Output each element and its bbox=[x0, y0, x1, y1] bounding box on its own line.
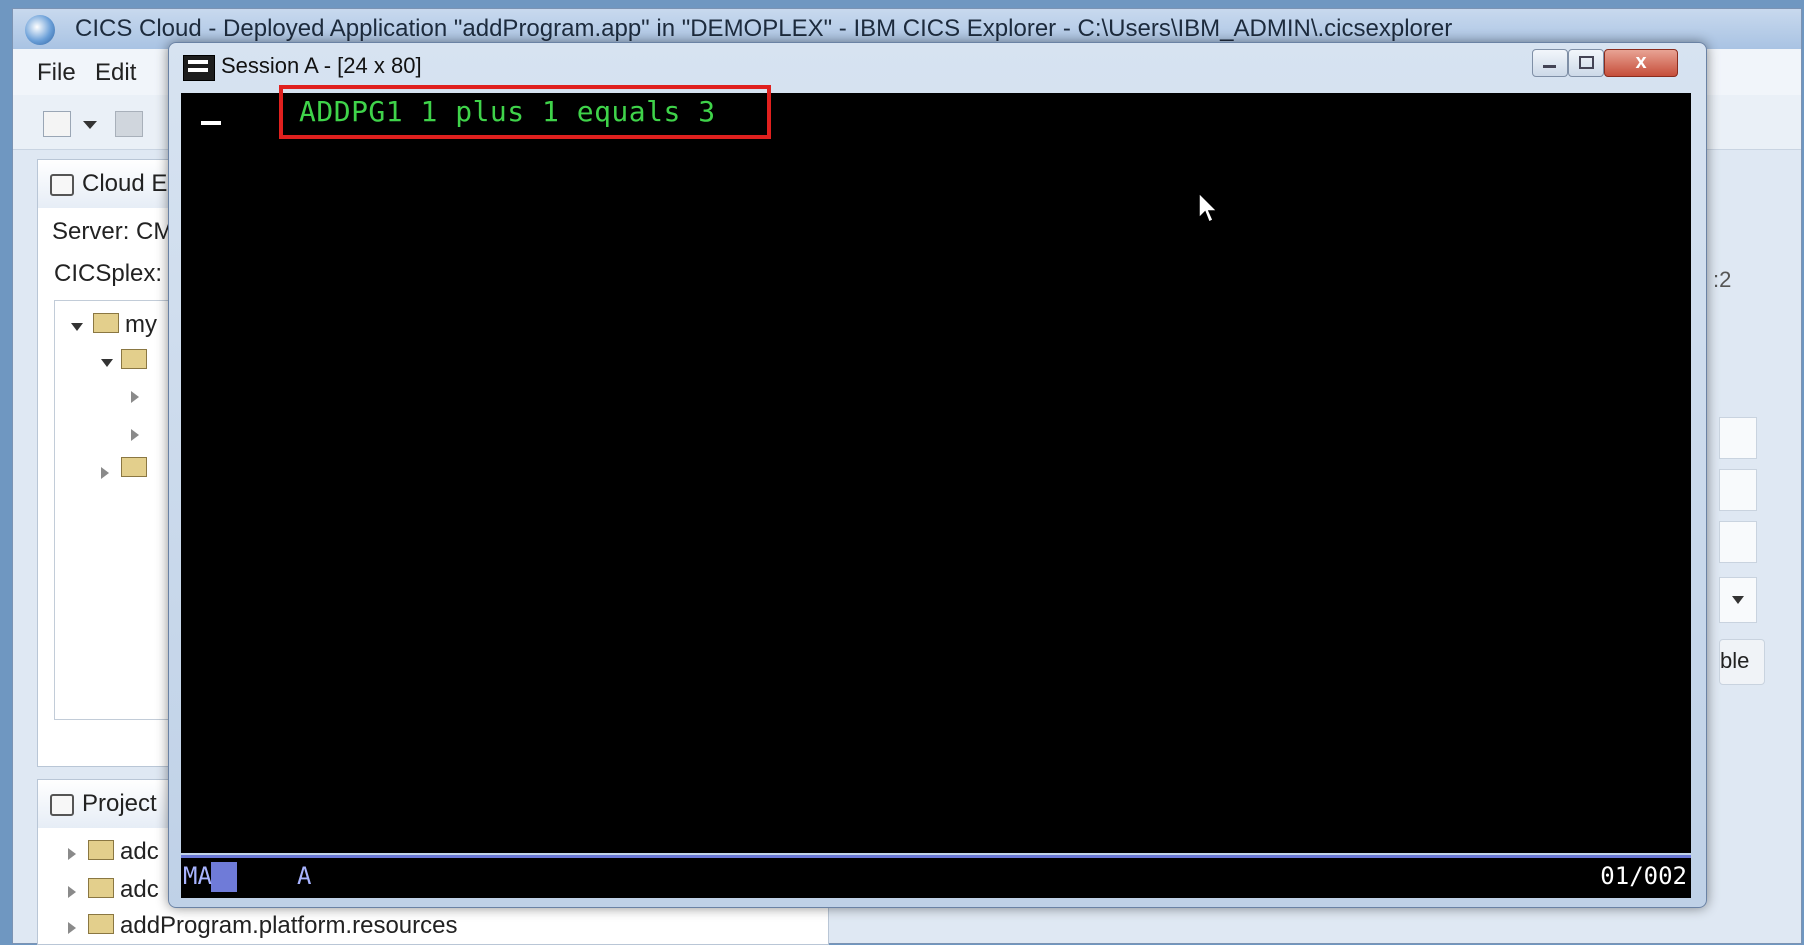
text-field[interactable] bbox=[1719, 417, 1757, 459]
server-label: Server: CM bbox=[52, 218, 174, 245]
cursor-position: 01/002 bbox=[1600, 862, 1687, 890]
action-button[interactable]: ble bbox=[1719, 639, 1765, 685]
project-explorer-title: Project bbox=[82, 790, 157, 817]
collapsed-icon[interactable] bbox=[68, 848, 76, 860]
cloud-explorer-title: Cloud E bbox=[82, 170, 168, 197]
collapsed-icon[interactable] bbox=[68, 922, 76, 934]
project-item[interactable]: adc bbox=[120, 876, 159, 904]
collapsed-icon[interactable] bbox=[68, 886, 76, 898]
collapsed-icon[interactable] bbox=[131, 429, 139, 441]
folder-icon bbox=[121, 349, 147, 369]
terminal-cursor bbox=[201, 121, 221, 125]
action-button-label: ble bbox=[1720, 648, 1750, 673]
terminal-emulator-icon bbox=[183, 55, 215, 81]
oia-left-indicator: MA bbox=[183, 862, 212, 890]
oia-mode: A bbox=[297, 862, 312, 890]
editor-fragment-text: :2 bbox=[1713, 267, 1732, 292]
dropdown-arrow-icon[interactable] bbox=[83, 121, 97, 129]
menu-edit[interactable]: Edit bbox=[95, 59, 136, 87]
expand-icon[interactable] bbox=[101, 359, 113, 367]
project-item[interactable]: addProgram.platform.resources bbox=[120, 912, 457, 940]
cics-explorer-icon bbox=[25, 15, 55, 45]
maximize-button[interactable] bbox=[1568, 49, 1604, 77]
minimize-button[interactable] bbox=[1532, 49, 1568, 77]
project-icon bbox=[50, 794, 74, 816]
collapsed-icon[interactable] bbox=[131, 391, 139, 403]
text-field[interactable] bbox=[1719, 521, 1757, 563]
project-folder-icon bbox=[88, 878, 114, 898]
project-folder-icon bbox=[88, 914, 114, 934]
folder-icon bbox=[121, 457, 147, 477]
collapsed-icon[interactable] bbox=[101, 467, 109, 479]
oia-indicator-block bbox=[211, 862, 237, 892]
project-item[interactable]: adc bbox=[120, 838, 159, 866]
session-a-window: Session A - [24 x 80] x ADDPG1 1 plus 1 … bbox=[168, 42, 1707, 908]
chevron-down-icon bbox=[1732, 596, 1744, 604]
platform-icon bbox=[93, 313, 119, 333]
session-title: Session A - [24 x 80] bbox=[221, 53, 422, 78]
cloud-icon bbox=[50, 174, 74, 196]
cicsplex-label: CICSplex: bbox=[54, 260, 163, 287]
explorer-title: CICS Cloud - Deployed Application "addPr… bbox=[75, 15, 1453, 42]
terminal-output-line: ADDPG1 1 plus 1 equals 3 bbox=[299, 95, 716, 128]
save-icon[interactable] bbox=[115, 111, 143, 137]
menu-file[interactable]: File bbox=[37, 59, 76, 87]
tree-item-root[interactable]: my bbox=[125, 311, 157, 339]
expand-icon[interactable] bbox=[71, 323, 83, 331]
terminal-screen[interactable]: ADDPG1 1 plus 1 equals 3 bbox=[181, 85, 1691, 853]
new-icon[interactable] bbox=[43, 111, 71, 137]
operator-information-area: MA A 01/002 bbox=[181, 855, 1691, 898]
close-icon: x bbox=[1635, 51, 1647, 73]
project-folder-icon bbox=[88, 840, 114, 860]
dropdown[interactable] bbox=[1719, 577, 1757, 623]
close-button[interactable]: x bbox=[1604, 49, 1678, 77]
text-field[interactable] bbox=[1719, 469, 1757, 511]
